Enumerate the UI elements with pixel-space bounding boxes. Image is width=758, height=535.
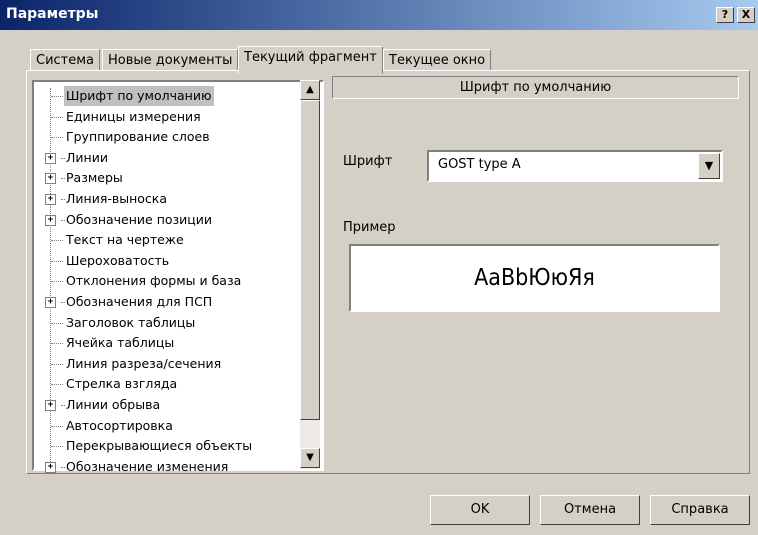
help-title-button[interactable]: ? [716, 7, 734, 23]
parameters-dialog: Параметры ? X Система Новые документы Те… [0, 0, 758, 535]
tree-item-label: Группирование слоев [66, 129, 210, 145]
expand-icon[interactable]: + [45, 194, 56, 205]
tree-item-label: Линия разреза/сечения [66, 355, 222, 371]
tree-item-label: Размеры [66, 170, 123, 186]
tree-item-label: Шероховатость [66, 252, 170, 268]
sample-label: Пример [343, 220, 396, 235]
tab-new-documents[interactable]: Новые документы [102, 49, 239, 72]
tree-connector [51, 425, 63, 427]
tree-connector [51, 322, 63, 324]
tree-connector [51, 260, 63, 262]
tree-item-label: Шрифт по умолчанию [64, 86, 214, 106]
chevron-down-icon[interactable]: ▼ [698, 153, 720, 179]
font-select-value: GOST type A [438, 157, 521, 172]
tree-item-label: Обозначение изменения [66, 458, 229, 474]
tree-connector [51, 446, 63, 448]
tree-connector [51, 363, 63, 365]
window-title: Параметры [6, 6, 99, 22]
font-select[interactable]: GOST type A ▼ [427, 150, 723, 182]
tree-item-label: Линия-выноска [66, 191, 167, 206]
ok-button[interactable]: OK [430, 495, 530, 525]
expand-icon[interactable]: + [45, 173, 56, 185]
cancel-button[interactable]: Отмена [540, 495, 640, 525]
tree-item-label: Единицы измерения [66, 108, 201, 124]
tree-connector [51, 137, 63, 139]
tree-connector [51, 384, 63, 386]
tree-connector [51, 281, 63, 283]
scroll-thumb[interactable] [300, 100, 320, 420]
tree-connector [51, 116, 63, 118]
expand-icon[interactable]: + [45, 400, 56, 411]
title-bar[interactable]: Параметры ? X [0, 0, 758, 30]
tree-item-label: Обозначение позиции [66, 211, 213, 227]
tree-connector [51, 96, 63, 97]
tree-item-label: Обозначения для ПСП [66, 294, 213, 309]
section-header: Шрифт по умолчанию [332, 76, 739, 99]
expand-icon[interactable]: + [45, 214, 56, 226]
close-title-button[interactable]: X [737, 7, 755, 23]
tab-current-fragment[interactable]: Текущий фрагмент [238, 46, 383, 74]
tree-item-label: Ячейка таблицы [66, 335, 175, 351]
sample-preview: АаВbЮюЯя [349, 244, 720, 312]
settings-tree[interactable]: Шрифт по умолчанию Единицы измерения Групп… [32, 80, 324, 474]
expand-icon[interactable]: + [45, 152, 56, 164]
tree-scrollbar[interactable]: ▲ ▼ [300, 80, 320, 469]
tree-item-label: Линии обрыва [66, 397, 161, 412]
tree-item-label: Перекрывающиеся объекты [66, 438, 253, 454]
tree-connector [51, 343, 63, 345]
tree-item-label: Стрелка взгляда [66, 376, 178, 392]
tab-current-window[interactable]: Текущее окно [383, 49, 492, 72]
tab-system[interactable]: Система [30, 49, 101, 72]
tree-connector [51, 240, 63, 242]
font-label: Шрифт [343, 154, 393, 169]
tree-item-label: Линии [66, 149, 108, 165]
expand-icon[interactable]: + [45, 297, 56, 308]
tree-item-label: Заголовок таблицы [66, 314, 196, 330]
tree-item-label: Текст на чертеже [66, 232, 184, 248]
tree-item-label: Автосортировка [66, 417, 173, 433]
scroll-up-button[interactable]: ▲ [300, 80, 320, 100]
scroll-down-button[interactable]: ▼ [300, 448, 320, 468]
help-button[interactable]: Справка [650, 495, 750, 525]
expand-icon[interactable]: + [45, 461, 56, 473]
tree-connector-line [50, 88, 51, 468]
tree-item-label: Отклонения формы и база [66, 273, 242, 289]
